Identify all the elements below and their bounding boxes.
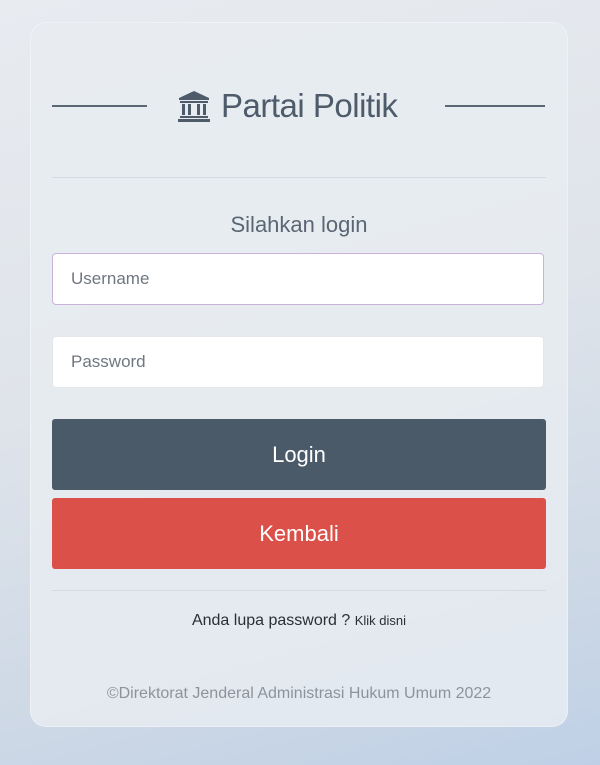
login-button[interactable]: Login [52,419,546,490]
username-input[interactable] [52,253,544,305]
brand-header: Partai Politik [30,84,568,128]
brand: Partai Politik [177,84,398,128]
header-divider-right [445,105,545,107]
back-button[interactable]: Kembali [52,498,546,569]
forgot-password: Anda lupa password ? Klik disni [30,612,568,630]
password-input[interactable] [52,336,544,388]
bank-building-icon [177,89,211,123]
header-divider-left [52,105,147,107]
login-prompt: Silahkan login [230,212,368,237]
copyright-footer: ©Direktorat Jenderal Administrasi Hukum … [106,685,492,702]
app-title: Partai Politik [221,87,398,124]
login-card: Partai Politik Silahkan login Login Kemb… [30,22,568,727]
forgot-password-link[interactable]: Klik disni [355,613,406,628]
divider [52,590,546,591]
forgot-password-text: Anda lupa password ? [191,612,355,629]
divider [52,177,546,178]
